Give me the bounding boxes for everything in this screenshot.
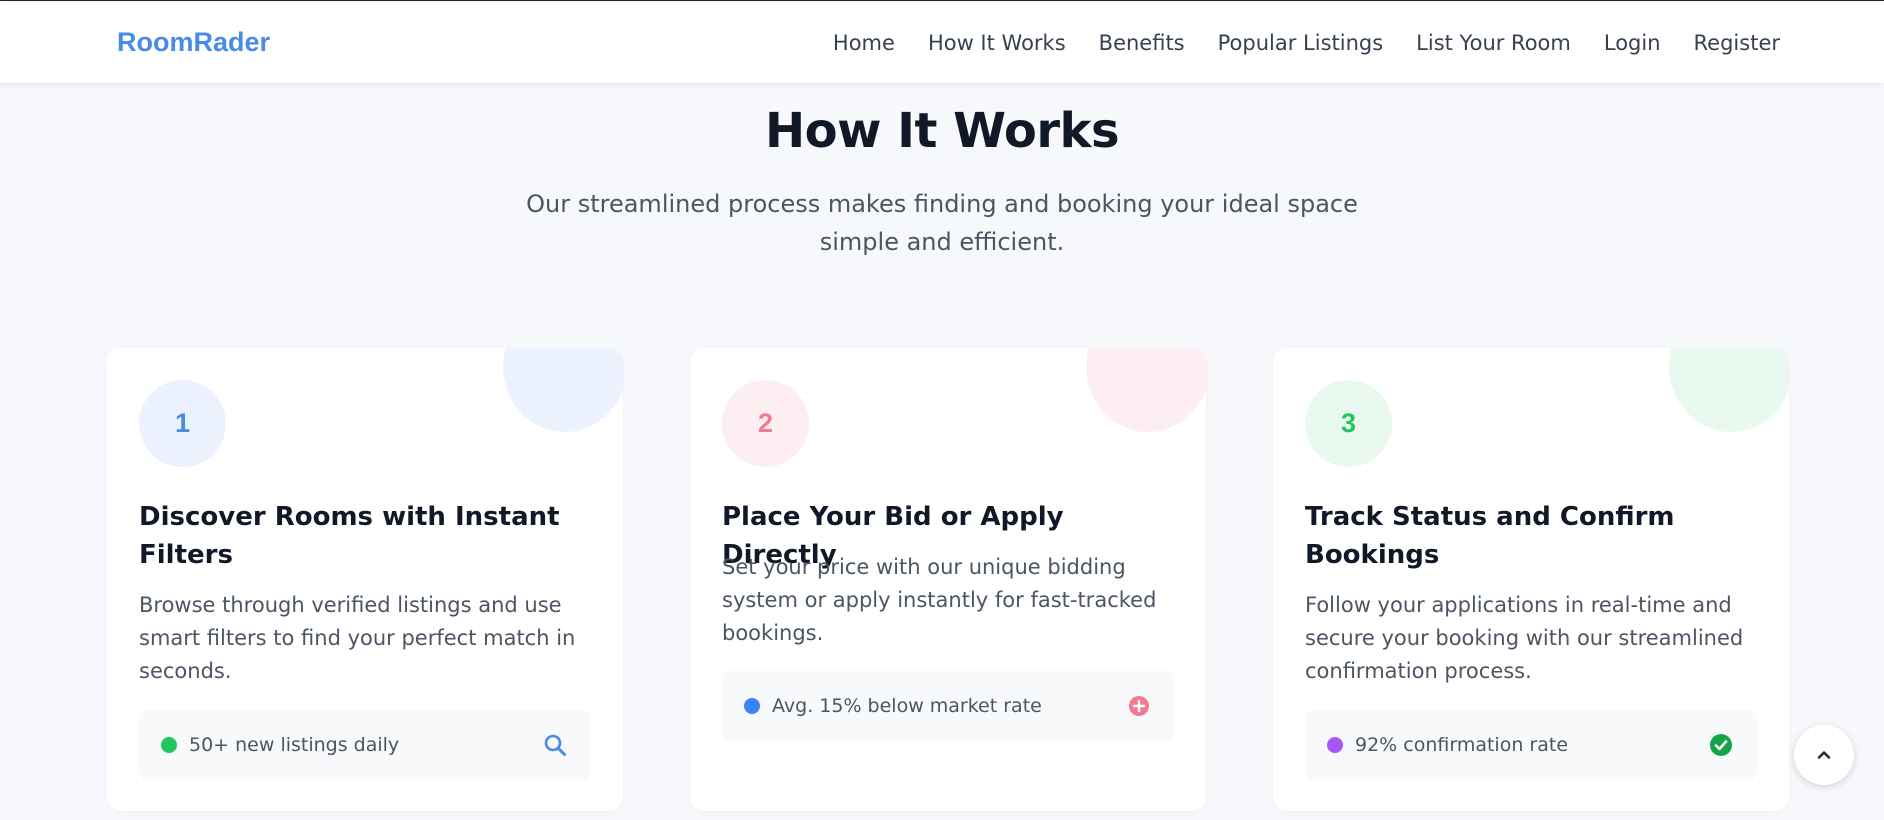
step-card-3: 3 Track Status and Confirm Bookings Foll… — [1273, 348, 1789, 811]
nav-link-benefits[interactable]: Benefits — [1099, 31, 1185, 55]
stat-text: 92% confirmation rate — [1355, 734, 1569, 756]
card-title: Discover Rooms with Instant Filters — [139, 502, 560, 570]
nav-link-login[interactable]: Login — [1604, 31, 1661, 55]
step-number-badge: 3 — [1305, 380, 1392, 467]
nav-link-home[interactable]: Home — [833, 31, 895, 55]
card-description: Browse through verified listings and use… — [139, 593, 576, 683]
step-card-1: 1 Discover Rooms with Instant Filters Br… — [107, 348, 623, 811]
section-title: How It Works — [764, 103, 1120, 159]
corner-decoration — [1086, 348, 1206, 432]
corner-decoration — [1669, 348, 1789, 432]
stat-text: Avg. 15% below market rate — [772, 695, 1042, 717]
card-description: Set your price with our unique bidding s… — [722, 555, 1157, 645]
navbar: RoomRader Home How It Works Benefits Pop… — [0, 2, 1884, 83]
status-dot — [1327, 737, 1343, 753]
nav-link-popular-listings[interactable]: Popular Listings — [1218, 31, 1384, 55]
step-number-badge: 1 — [139, 380, 226, 467]
nav-link-register[interactable]: Register — [1694, 31, 1780, 55]
scroll-to-top-button[interactable] — [1794, 725, 1854, 785]
stat-text: 50+ new listings daily — [189, 734, 400, 756]
nav-links: Home How It Works Benefits Popular Listi… — [833, 31, 1780, 55]
nav-link-how-it-works[interactable]: How It Works — [928, 31, 1066, 55]
status-dot — [744, 698, 760, 714]
chevron-up-icon — [1815, 746, 1833, 764]
plus-circle-icon — [1128, 695, 1150, 717]
stat-box: Avg. 15% below market rate — [722, 671, 1174, 741]
card-title: Track Status and Confirm Bookings — [1305, 502, 1675, 570]
corner-decoration — [503, 348, 623, 432]
search-icon — [543, 733, 567, 757]
nav-link-list-your-room[interactable]: List Your Room — [1416, 31, 1571, 55]
step-card-2: 2 Place Your Bid or Apply Directly Set y… — [690, 348, 1206, 811]
step-number-badge: 2 — [722, 380, 809, 467]
section-subtitle: Our streamlined process makes finding an… — [526, 190, 1358, 256]
stat-box: 50+ new listings daily — [139, 710, 591, 780]
brand-logo[interactable]: RoomRader — [117, 27, 270, 58]
check-circle-icon — [1709, 733, 1733, 757]
stat-box: 92% confirmation rate — [1305, 710, 1757, 780]
status-dot — [161, 737, 177, 753]
card-description: Follow your applications in real-time an… — [1305, 593, 1744, 683]
